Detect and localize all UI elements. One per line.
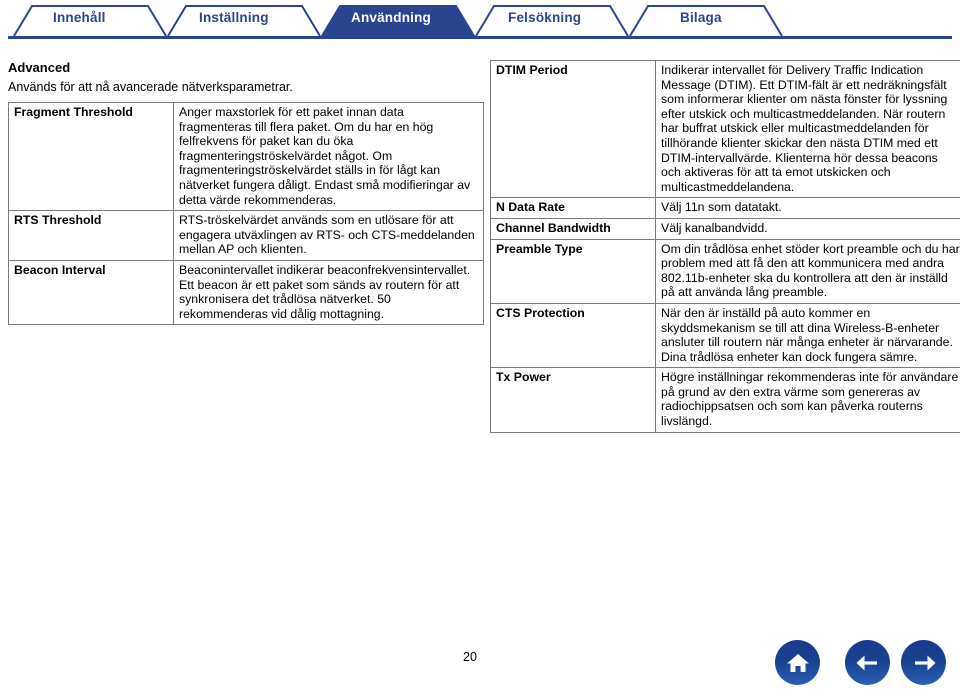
row-key: Tx Power xyxy=(490,367,656,433)
tab-bar: Innehåll Inställning Användning Felsökni… xyxy=(0,0,960,39)
page-content: Advanced Används för att nå avancerade n… xyxy=(0,38,960,638)
table-row: N Data Rate Välj 11n som datatakt. xyxy=(490,197,960,219)
right-column: DTIM Period Indikerar intervallet för De… xyxy=(490,38,960,433)
table-row: Tx Power Högre inställningar rekommender… xyxy=(490,367,960,433)
tab-anvandning[interactable]: Användning xyxy=(351,10,431,25)
tab-bilaga[interactable]: Bilaga xyxy=(680,10,722,25)
page-footer: 20 xyxy=(0,638,960,691)
left-column: Advanced Används för att nå avancerade n… xyxy=(8,38,484,326)
row-key: Beacon Interval xyxy=(8,259,174,326)
row-key: RTS Threshold xyxy=(8,210,174,261)
row-key: N Data Rate xyxy=(490,197,656,219)
row-value: Indikerar intervallet för Delivery Traff… xyxy=(655,59,960,199)
table-row: Channel Bandwidth Välj kanalbandvidd. xyxy=(490,217,960,240)
row-key: DTIM Period xyxy=(490,59,656,199)
navigation-buttons xyxy=(775,640,946,685)
row-key: CTS Protection xyxy=(490,302,656,369)
row-value: Högre inställningar rekommenderas inte f… xyxy=(655,367,960,433)
row-value: Välj 11n som datatakt. xyxy=(655,197,960,219)
row-value: Välj kanalbandvidd. xyxy=(655,217,960,240)
arrow-right-icon xyxy=(909,650,939,676)
back-button[interactable] xyxy=(845,640,890,685)
advanced-settings-table-right: DTIM Period Indikerar intervallet för De… xyxy=(490,59,960,433)
row-value: Anger maxstorlek för ett paket innan dat… xyxy=(173,101,484,212)
tab-innehall[interactable]: Innehåll xyxy=(53,10,106,25)
row-key: Fragment Threshold xyxy=(8,101,174,212)
page-number: 20 xyxy=(463,650,477,664)
row-value: När den är inställd på auto kommer en sk… xyxy=(655,302,960,369)
home-button[interactable] xyxy=(775,640,820,685)
row-value: Om din trådlösa enhet stöder kort preamb… xyxy=(655,238,960,304)
arrow-left-icon xyxy=(853,650,883,676)
tab-felsokning[interactable]: Felsökning xyxy=(508,10,581,25)
forward-button[interactable] xyxy=(901,640,946,685)
table-row: Beacon Interval Beaconintervallet indike… xyxy=(8,259,484,326)
row-value: RTS-tröskelvärdet används som en utlösar… xyxy=(173,210,484,261)
advanced-settings-table-left: Fragment Threshold Anger maxstorlek för … xyxy=(8,101,484,326)
table-row: Fragment Threshold Anger maxstorlek för … xyxy=(8,101,484,212)
tab-shapes xyxy=(13,5,783,37)
home-icon xyxy=(784,649,812,677)
table-row: CTS Protection När den är inställd på au… xyxy=(490,302,960,369)
row-value: Beaconintervallet indikerar beaconfrekve… xyxy=(173,259,484,326)
table-row: Preamble Type Om din trådlösa enhet stöd… xyxy=(490,238,960,304)
table-row: RTS Threshold RTS-tröskelvärdet används … xyxy=(8,210,484,261)
row-key: Channel Bandwidth xyxy=(490,217,656,240)
page-title: Advanced xyxy=(8,60,71,75)
tab-installning[interactable]: Inställning xyxy=(199,10,269,25)
row-key: Preamble Type xyxy=(490,238,656,304)
table-row: DTIM Period Indikerar intervallet för De… xyxy=(490,59,960,199)
section-description: Används för att nå avancerade nätverkspa… xyxy=(8,80,293,94)
